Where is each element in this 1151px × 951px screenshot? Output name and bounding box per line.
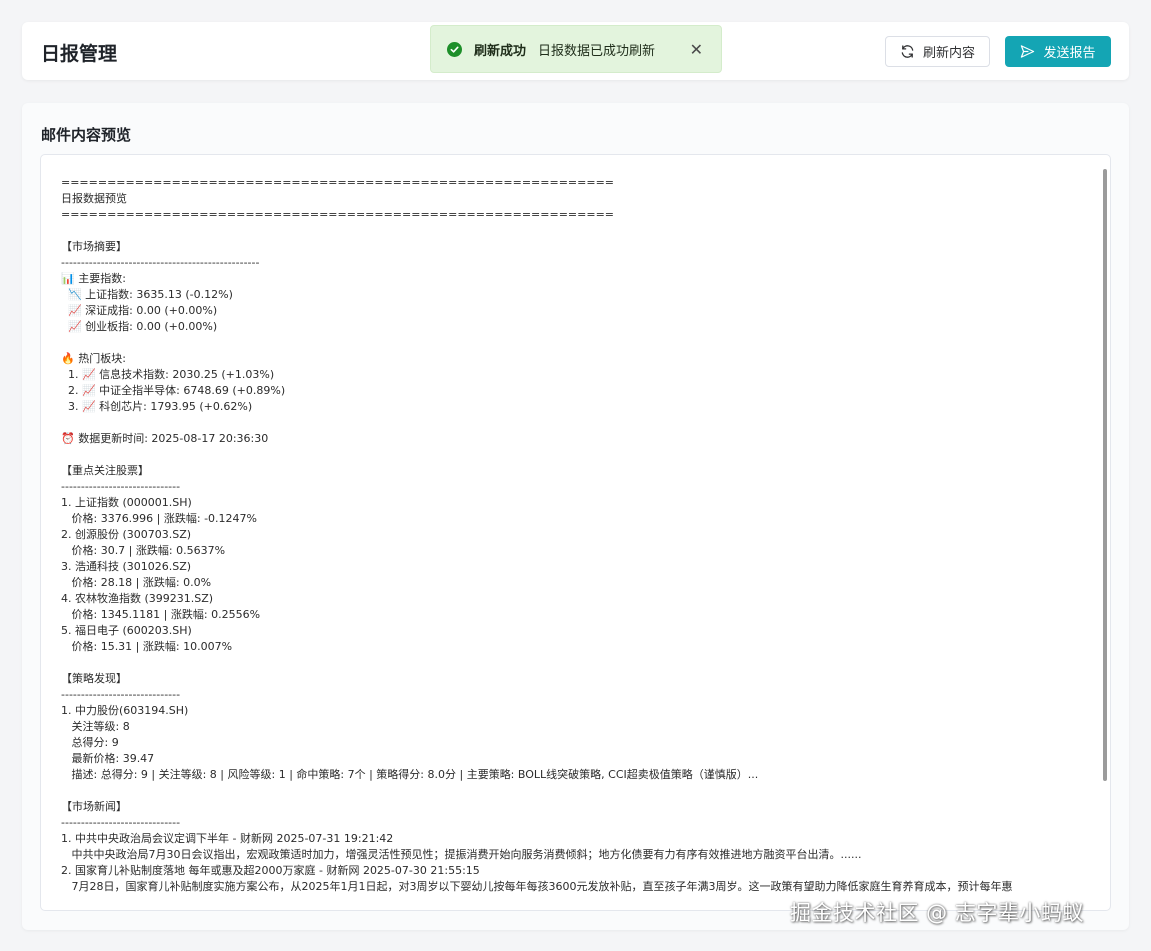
preview-line: ------------------------------	[61, 688, 181, 701]
preview-line	[61, 447, 1081, 463]
preview-line: 【重点关注股票】	[61, 464, 149, 477]
toast-message: 日报数据已成功刷新	[538, 43, 656, 59]
send-button-label: 发送报告	[1043, 46, 1096, 61]
refresh-button-label: 刷新内容	[922, 46, 975, 61]
preview-line: ========================================…	[61, 176, 615, 189]
preview-line: 1. 上证指数 (000001.SH)	[61, 496, 192, 509]
watermark: 掘金技术社区 @ 志字辈小蚂蚁	[790, 901, 1084, 925]
preview-line: ⏰ 数据更新时间: 2025-08-17 20:36:30	[61, 432, 269, 445]
preview-line: ========================================…	[61, 208, 615, 221]
preview-line: 3. 📈 科创芯片: 1793.95 (+0.62%)	[61, 400, 253, 413]
preview-line: 关注等级: 8	[61, 720, 130, 733]
preview-line: 日报数据预览	[61, 192, 127, 205]
preview-line: 【市场摘要】	[61, 240, 127, 253]
preview-line: 📈 深证成指: 0.00 (+0.00%)	[61, 304, 218, 317]
preview-line: 1. 中力股份(603194.SH)	[61, 704, 189, 717]
success-toast: 刷新成功 日报数据已成功刷新 ✕	[430, 25, 722, 73]
preview-line	[61, 655, 1081, 671]
preview-line: ----------------------------------------…	[61, 256, 260, 269]
preview-line	[61, 415, 1081, 431]
preview-line: 4. 农林牧渔指数 (399231.SZ)	[61, 592, 214, 605]
refresh-content-button[interactable]: 刷新内容	[885, 36, 990, 67]
preview-line: 2. 创源股份 (300703.SZ)	[61, 528, 192, 541]
preview-line: 【市场新闻】	[61, 800, 127, 813]
toast-title: 刷新成功	[474, 43, 527, 59]
preview-line	[61, 223, 1081, 239]
preview-line: 7月28日，国家育儿补贴制度实施方案公布，从2025年1月1日起，对3周岁以下婴…	[61, 880, 1013, 893]
preview-line: 最新价格: 39.47	[61, 752, 155, 765]
vertical-scrollbar[interactable]	[1103, 169, 1107, 781]
close-icon[interactable]: ✕	[690, 40, 703, 59]
preview-line: 【策略发现】	[61, 672, 127, 685]
preview-line: 描述: 总得分: 9 | 关注等级: 8 | 风险等级: 1 | 命中策略: 7…	[61, 768, 759, 781]
preview-line: 📈 创业板指: 0.00 (+0.00%)	[61, 320, 218, 333]
send-icon	[1020, 44, 1035, 59]
preview-line: 1. 中共中央政治局会议定调下半年 - 财新网 2025-07-31 19:21…	[61, 832, 394, 845]
preview-line: 价格: 1345.1181 | 涨跌幅: 0.2556%	[61, 608, 261, 621]
preview-line: 价格: 30.7 | 涨跌幅: 0.5637%	[61, 544, 226, 557]
preview-line: 中共中央政治局7月30日会议指出，宏观政策适时加力，增强灵活性预见性；提振消费开…	[61, 848, 862, 861]
email-preview-panel: 邮件内容预览 =================================…	[22, 103, 1129, 930]
preview-line: ------------------------------	[61, 480, 181, 493]
preview-line: 📉 上证指数: 3635.13 (-0.12%)	[61, 288, 233, 301]
page-title: 日报管理	[41, 43, 118, 65]
preview-line: 2. 国家育儿补贴制度落地 每年或惠及超2000万家庭 - 财新网 2025-0…	[61, 864, 480, 877]
preview-line: ------------------------------	[61, 816, 181, 829]
refresh-icon	[900, 44, 915, 59]
section-title: 邮件内容预览	[41, 126, 132, 144]
send-report-button[interactable]: 发送报告	[1005, 36, 1111, 67]
email-preview-box[interactable]: ========================================…	[40, 154, 1111, 911]
preview-line	[61, 335, 1081, 351]
preview-line: 1. 📈 信息技术指数: 2030.25 (+1.03%)	[61, 368, 275, 381]
preview-line: 总得分: 9	[61, 736, 119, 749]
preview-line: 价格: 15.31 | 涨跌幅: 10.007%	[61, 640, 233, 653]
preview-line: 2. 📈 中证全指半导体: 6748.69 (+0.89%)	[61, 384, 286, 397]
preview-line: 🔥 热门板块:	[61, 352, 126, 365]
preview-line: 3. 浩通科技 (301026.SZ)	[61, 560, 192, 573]
email-preview-content: ========================================…	[61, 175, 1081, 910]
preview-line: 📊 主要指数:	[61, 272, 126, 285]
check-circle-icon	[447, 41, 462, 57]
preview-line: 5. 福日电子 (600203.SH)	[61, 624, 192, 637]
preview-line: 价格: 28.18 | 涨跌幅: 0.0%	[61, 576, 212, 589]
preview-line: 价格: 3376.996 | 涨跌幅: -0.1247%	[61, 512, 257, 525]
preview-line	[61, 783, 1081, 799]
